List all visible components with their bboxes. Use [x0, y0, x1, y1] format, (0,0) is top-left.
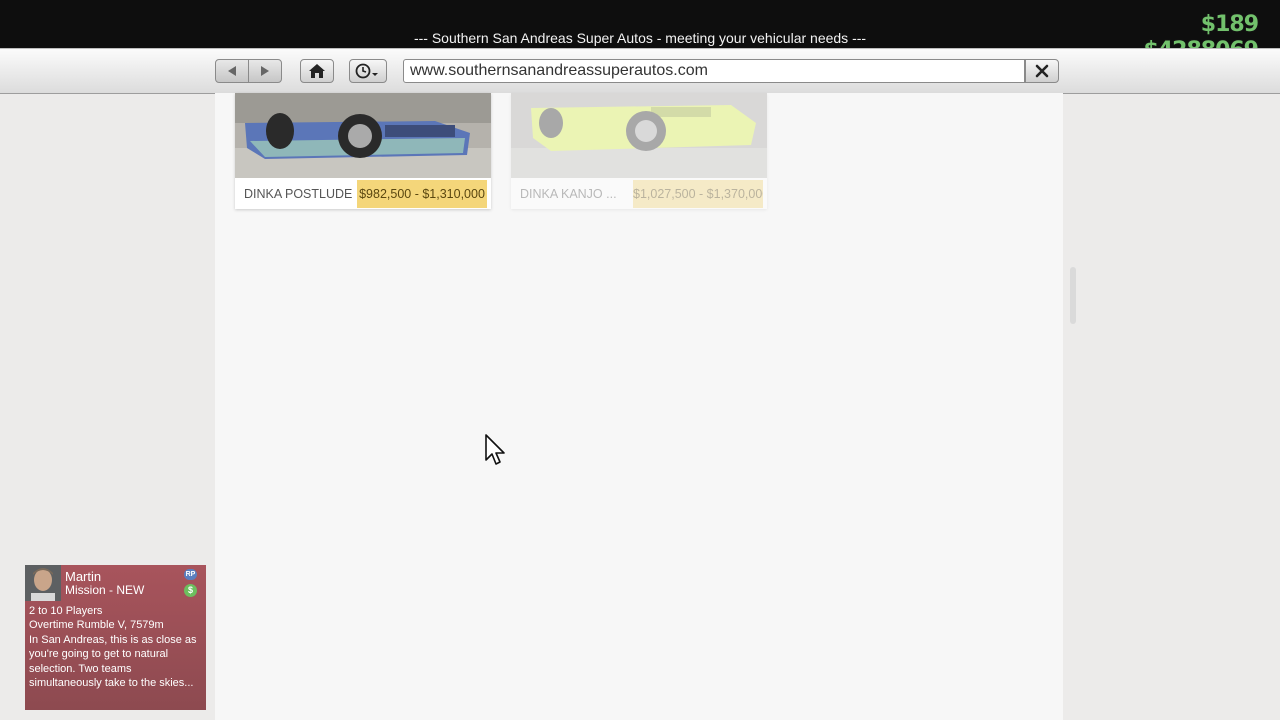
- notification-subject: Mission - NEW: [65, 583, 145, 597]
- avatar: [25, 565, 61, 601]
- vehicle-photo: [235, 93, 491, 178]
- home-button[interactable]: [300, 59, 334, 83]
- window-title: --- Southern San Andreas Super Autos - m…: [413, 30, 867, 46]
- close-button[interactable]: [1025, 59, 1059, 83]
- vehicle-card[interactable]: DINKA POSTLUDE $982,500 - $1,310,000: [235, 93, 491, 209]
- notification-players: 2 to 10 Players: [29, 605, 103, 617]
- history-icon: [355, 63, 378, 79]
- vehicle-price: $982,500 - $1,310,000: [357, 180, 487, 208]
- scrollbar-thumb[interactable]: [1070, 267, 1076, 324]
- notification-body: 2 to 10 Players Overtime Rumble V, 7579m…: [29, 604, 203, 690]
- vehicle-photo: [511, 93, 767, 178]
- vehicle-card[interactable]: DINKA KANJO ... $1,027,500 - $1,370,000: [511, 93, 767, 209]
- notification-job: Overtime Rumble V, 7579m: [29, 619, 164, 632]
- notification-description: In San Andreas, this is as close as you'…: [29, 633, 197, 690]
- back-button[interactable]: [215, 59, 249, 83]
- close-icon: [1035, 64, 1049, 78]
- history-button[interactable]: [349, 59, 387, 83]
- mouse-cursor-icon: [485, 434, 505, 465]
- hud-cash: $189: [1200, 12, 1259, 37]
- vehicle-name: DINKA POSTLUDE: [244, 187, 353, 201]
- home-icon: [309, 64, 325, 78]
- vehicle-price: $1,027,500 - $1,370,000: [633, 180, 763, 208]
- url-address-field[interactable]: www.southernsanandreassuperautos.com: [403, 59, 1025, 83]
- forward-button[interactable]: [248, 59, 282, 83]
- forward-icon: [261, 66, 269, 76]
- rp-icon: RP: [184, 569, 197, 580]
- title-bar: --- Southern San Andreas Super Autos - m…: [0, 0, 1280, 48]
- cash-icon: $: [184, 584, 197, 597]
- vehicle-name: DINKA KANJO ...: [520, 187, 617, 201]
- notification-feed: Martin Mission - NEW RP $ 2 to 10 Player…: [25, 565, 206, 710]
- back-icon: [228, 66, 236, 76]
- notification-sender: Martin: [65, 569, 102, 584]
